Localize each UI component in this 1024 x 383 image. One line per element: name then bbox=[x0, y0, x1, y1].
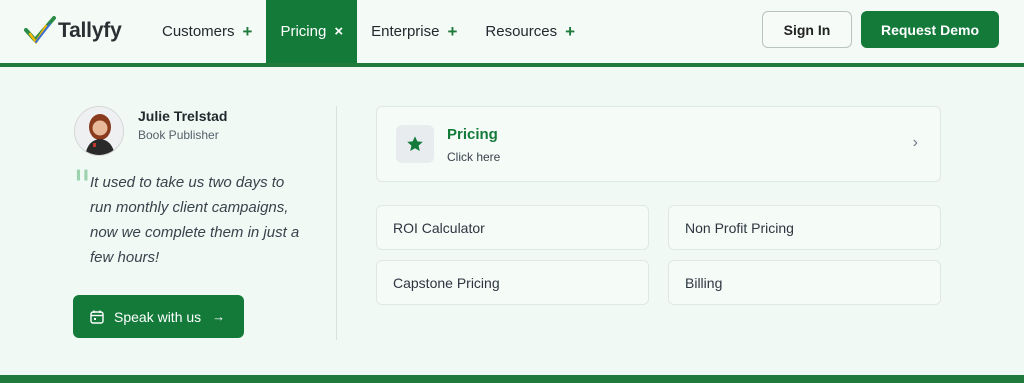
request-demo-button[interactable]: Request Demo bbox=[861, 11, 999, 48]
header-divider bbox=[0, 63, 1024, 67]
logo[interactable]: Tallyfy bbox=[24, 15, 122, 47]
link-non-profit-pricing[interactable]: Non Profit Pricing bbox=[668, 205, 941, 250]
testimonial-name: Julie Trelstad bbox=[138, 108, 228, 124]
star-icon bbox=[407, 136, 423, 152]
nav-customers[interactable]: Customers + bbox=[148, 0, 266, 63]
quote-mark-icon: " bbox=[73, 163, 92, 209]
nav-pricing[interactable]: Pricing × bbox=[266, 0, 358, 63]
nav-pricing-label: Pricing bbox=[280, 23, 327, 40]
link-billing[interactable]: Billing bbox=[668, 260, 941, 305]
main-nav: Customers + Pricing × Enterprise + Resou… bbox=[148, 0, 589, 63]
footer-divider bbox=[0, 375, 1024, 383]
plus-icon: + bbox=[447, 21, 458, 41]
nav-customers-label: Customers bbox=[162, 23, 235, 40]
avatar bbox=[74, 106, 124, 156]
logo-text: Tallyfy bbox=[58, 19, 122, 42]
featured-title: Pricing bbox=[447, 126, 498, 143]
nav-resources[interactable]: Resources + bbox=[471, 0, 589, 63]
nav-enterprise[interactable]: Enterprise + bbox=[357, 0, 471, 63]
plus-icon: + bbox=[565, 21, 576, 41]
speak-with-us-label: Speak with us bbox=[114, 308, 202, 325]
speak-with-us-button[interactable]: Speak with us → bbox=[73, 295, 244, 338]
site-header: Tallyfy Customers + Pricing × Enterprise… bbox=[0, 0, 1024, 63]
person-photo-icon bbox=[75, 107, 123, 155]
tallyfy-check-logo-icon bbox=[24, 16, 56, 45]
link-roi-calculator[interactable]: ROI Calculator bbox=[376, 205, 649, 250]
testimonial-role: Book Publisher bbox=[138, 128, 219, 142]
plus-icon: + bbox=[242, 21, 253, 41]
testimonial-quote: It used to take us two days to run month… bbox=[90, 174, 300, 266]
close-icon: × bbox=[334, 23, 344, 40]
calendar-icon bbox=[90, 310, 104, 324]
sign-in-button[interactable]: Sign In bbox=[762, 11, 852, 48]
star-icon-box bbox=[396, 125, 434, 163]
featured-subtitle: Click here bbox=[447, 150, 501, 164]
pricing-featured-card[interactable]: Pricing Click here › bbox=[376, 106, 941, 182]
column-divider bbox=[336, 106, 337, 340]
arrow-right-icon: → bbox=[212, 309, 226, 324]
nav-resources-label: Resources bbox=[485, 23, 558, 40]
nav-enterprise-label: Enterprise bbox=[371, 23, 440, 40]
chevron-right-icon: › bbox=[912, 134, 918, 151]
link-capstone-pricing[interactable]: Capstone Pricing bbox=[376, 260, 649, 305]
